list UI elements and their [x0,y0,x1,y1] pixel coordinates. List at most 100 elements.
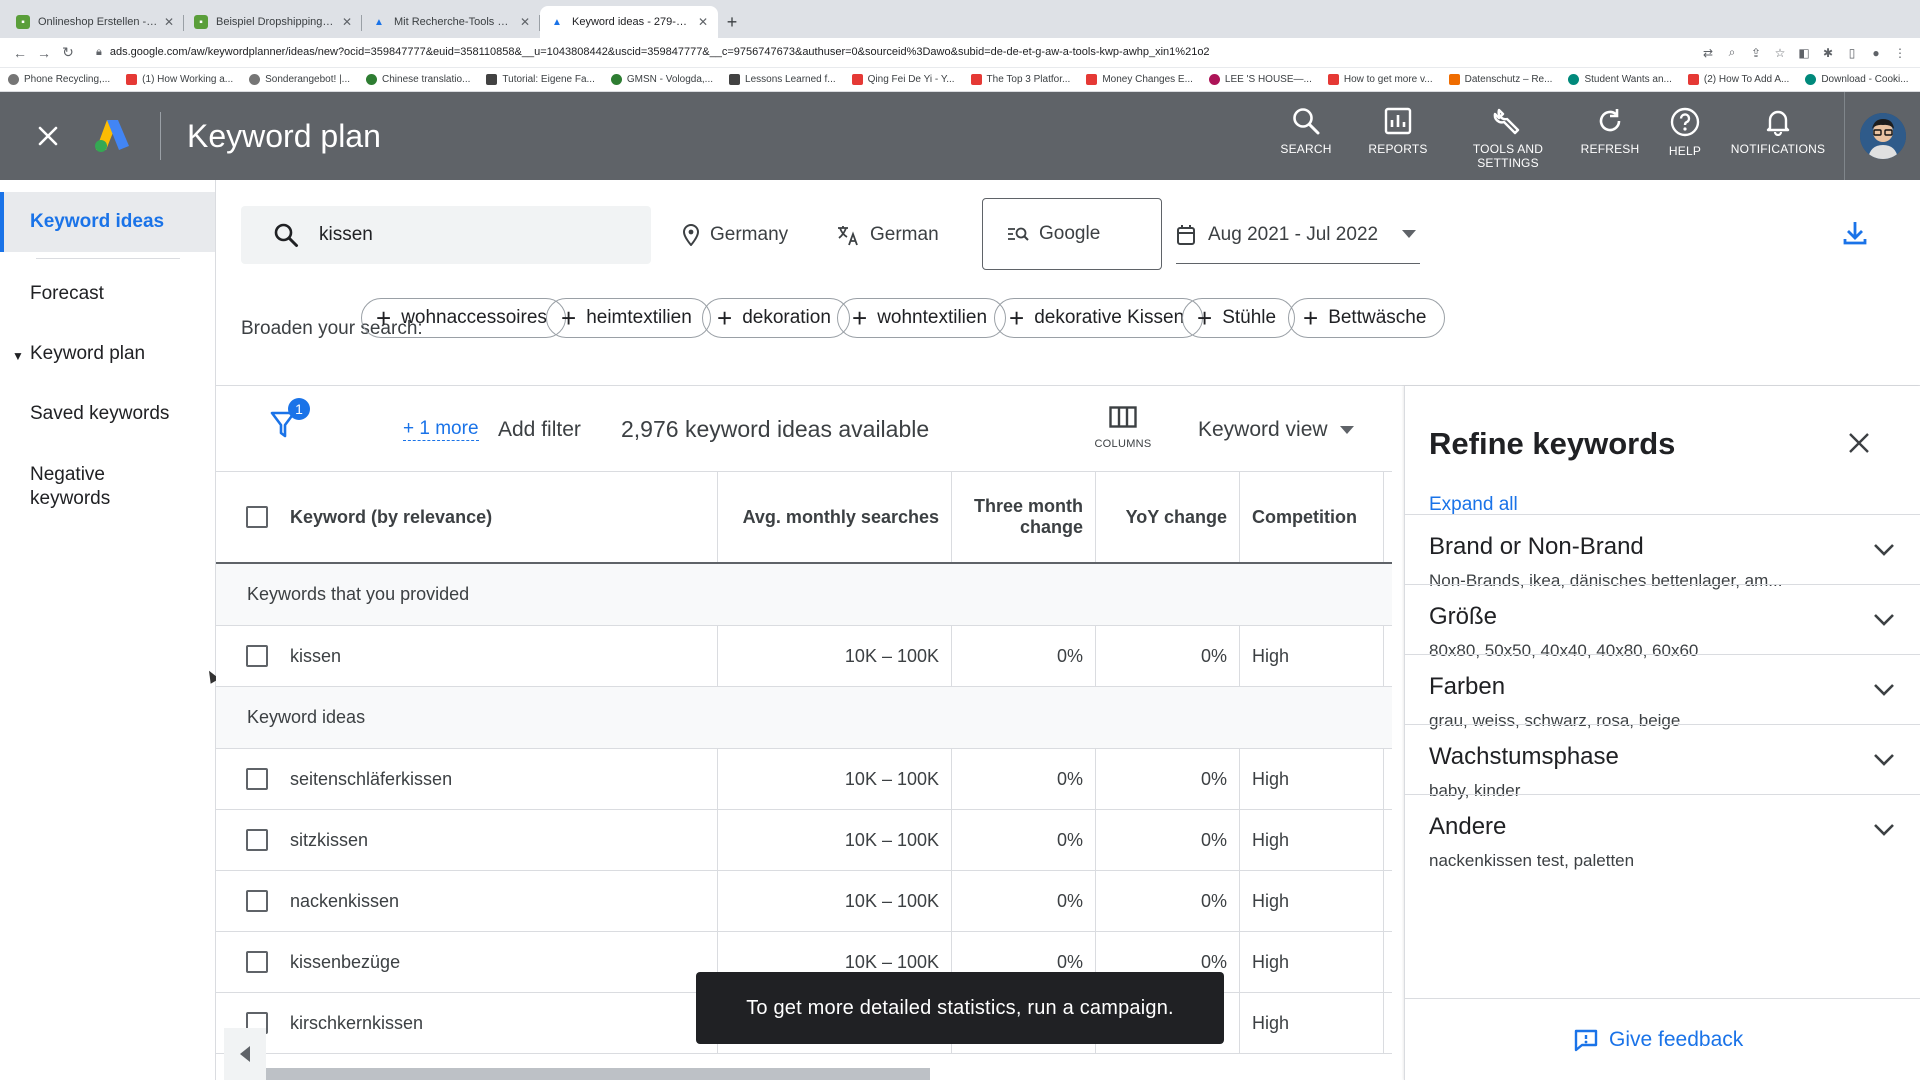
plus-icon: + [376,303,392,333]
column-three-month-change[interactable]: Three month change [952,472,1096,562]
download-button[interactable] [1842,220,1868,251]
account-button[interactable] [1844,92,1920,180]
close-tab-icon[interactable]: ✕ [520,15,530,29]
refresh-button[interactable]: REFRESH [1578,92,1642,156]
browser-tab-active[interactable]: ▲ Keyword ideas - 279-560-189 ✕ [540,6,718,38]
nav-negative-keywords[interactable]: Negative keywords [0,463,150,511]
bookmark-item[interactable]: LEE 'S HOUSE—... [1208,74,1312,85]
nav-keyword-plan[interactable]: Keyword plan [0,343,215,365]
bookmark-item[interactable]: Phone Recycling,... [8,74,110,85]
nav-keyword-ideas[interactable]: Keyword ideas [0,192,215,252]
bookmark-item[interactable]: Sonderangebot! |... [249,74,350,85]
table-row[interactable]: nackenkissen 10K – 100K 0% 0% High [216,871,1392,932]
extension-icon[interactable]: ◧ [1792,46,1816,60]
reload-icon[interactable]: ↻ [56,44,80,61]
address-bar[interactable]: 🔒︎ ads.google.com/aw/keywordplanner/ideas… [96,46,1696,59]
browser-tab[interactable]: ▪ Beispiel Dropshipping Store - F ✕ [184,6,362,38]
zoom-icon[interactable]: ⌕ [1720,45,1744,60]
bookmark-item[interactable]: GMSN - Vologda,... [610,74,713,85]
table-row[interactable]: sitzkissen 10K – 100K 0% 0% High [216,810,1392,871]
columns-label: COLUMNS [1094,438,1152,450]
refine-section[interactable]: Andere nackenkissen test, paletten [1405,794,1920,880]
bookmark-item[interactable]: (1) How Working a... [126,74,233,85]
add-filter-button[interactable]: Add filter [498,418,581,442]
bookmark-item[interactable]: Download - Cooki... [1805,74,1909,85]
row-checkbox[interactable] [246,951,268,973]
row-checkbox[interactable] [246,768,268,790]
browser-tab[interactable]: ▪ Onlineshop Erstellen - Einfach ✕ [6,6,184,38]
chevron-down-icon[interactable] [1873,543,1895,557]
language-selector[interactable]: German [836,206,939,264]
table-row[interactable]: kissen 10K – 100K 0% 0% High [216,626,1392,687]
profile-icon[interactable]: ● [1864,46,1888,60]
location-selector[interactable]: Germany [682,206,788,264]
keyword-search-box[interactable] [241,206,651,264]
column-keyword[interactable]: Keyword (by relevance) [216,472,718,562]
translate-icon[interactable]: ⇄ [1696,46,1720,60]
close-tab-icon[interactable]: ✕ [698,15,708,29]
puzzle-icon[interactable]: ✱ [1816,46,1840,60]
give-feedback-button[interactable]: Give feedback [1573,1028,1743,1052]
row-checkbox[interactable] [246,890,268,912]
tools-and-settings-button[interactable]: TOOLS AND SETTINGS [1466,92,1550,170]
select-all-checkbox[interactable] [246,506,268,528]
close-tab-icon[interactable]: ✕ [164,15,174,29]
bookmark-item[interactable]: Chinese translatio... [366,74,470,85]
broaden-chip[interactable]: + dekoration [702,298,850,338]
bookmark-item[interactable]: Lessons Learned f... [729,74,836,85]
bookmark-item[interactable]: Datenschutz – Re... [1448,74,1552,85]
nav-forecast[interactable]: Forecast [0,283,215,305]
chevron-down-icon[interactable] [1873,683,1895,697]
bookmark-item[interactable]: How to get more v... [1327,74,1433,85]
notifications-button[interactable]: NOTIFICATIONS [1728,92,1828,156]
cell-competition: High [1240,626,1384,686]
date-range-selector[interactable]: Aug 2021 - Jul 2022 [1162,206,1434,264]
nav-saved-keywords[interactable]: Saved keywords [0,403,215,425]
new-tab-plus-icon[interactable]: + [718,6,746,38]
collapse-panel-button[interactable] [224,1028,266,1080]
horizontal-scrollbar[interactable] [266,1068,930,1080]
chevron-down-icon[interactable] [1873,753,1895,767]
back-arrow-icon[interactable]: ← [8,45,32,61]
columns-button[interactable]: COLUMNS [1086,406,1160,450]
browser-tab[interactable]: ▲ Mit Recherche-Tools die richtig ✕ [362,6,540,38]
broaden-chip[interactable]: + wohntextilien [837,298,1007,338]
plus-icon: + [1197,303,1213,333]
broaden-chip[interactable]: + heimtextilien [546,298,711,338]
close-tab-icon[interactable]: ✕ [342,15,352,29]
reports-icon [1384,107,1412,135]
chevron-down-icon[interactable] [1873,613,1895,627]
expand-all-link[interactable]: Expand all [1429,494,1518,516]
help-button[interactable]: HELP [1664,92,1706,158]
forward-arrow-icon[interactable]: → [32,45,56,61]
row-checkbox[interactable] [246,829,268,851]
reports-button[interactable]: REPORTS [1366,92,1430,156]
column-competition[interactable]: Competition [1240,472,1384,562]
bookmark-item[interactable]: Tutorial: Eigene Fa... [486,74,595,85]
search-button[interactable]: SEARCH [1274,92,1338,156]
share-icon[interactable]: ⇪ [1744,46,1768,60]
keyword-view-dropdown[interactable]: Keyword view [1198,418,1354,442]
row-checkbox[interactable] [246,645,268,667]
bookmark-item[interactable]: Qing Fei De Yi - Y... [851,74,955,85]
close-plan-button[interactable] [0,124,96,148]
bookmark-star-icon[interactable]: ☆ [1768,46,1792,60]
column-avg-monthly-searches[interactable]: Avg. monthly searches [718,472,952,562]
broaden-chip[interactable]: + Stühle [1182,298,1296,338]
column-yoy-change[interactable]: YoY change [1096,472,1240,562]
sidebar-icon[interactable]: ▯ [1840,46,1864,60]
close-refine-button[interactable] [1848,432,1870,459]
bookmark-item[interactable]: The Top 3 Platfor... [970,74,1070,85]
broaden-chip[interactable]: + wohnaccessoires [361,298,566,338]
more-filters-link[interactable]: + 1 more [403,418,479,441]
browser-menu-icon[interactable]: ⋮ [1888,46,1912,60]
keyword-input[interactable] [319,224,619,246]
broaden-chip[interactable]: + Bettwäsche [1288,298,1446,338]
search-network-selector[interactable]: Google [982,198,1162,270]
chevron-down-icon[interactable] [1873,823,1895,837]
bookmark-item[interactable]: Money Changes E... [1086,74,1193,85]
table-row[interactable]: seitenschläferkissen 10K – 100K 0% 0% High [216,749,1392,810]
broaden-chip[interactable]: + dekorative Kissen [994,298,1204,338]
bookmark-item[interactable]: (2) How To Add A... [1687,74,1789,85]
bookmark-item[interactable]: Student Wants an... [1568,74,1672,85]
